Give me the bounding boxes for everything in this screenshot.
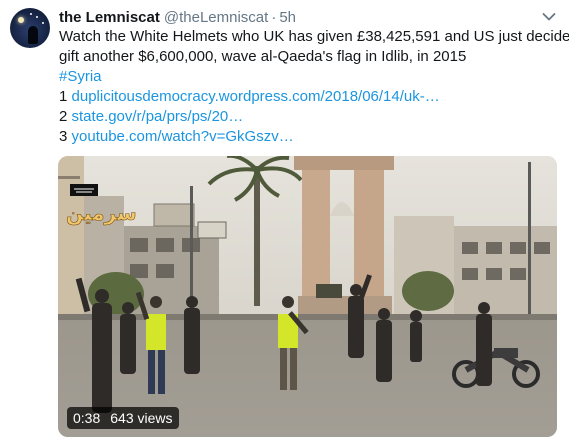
tweet-text-line: Watch the White Helmets who UK has given… bbox=[59, 28, 569, 45]
tweet-text: Watch the White Helmets who UK has given… bbox=[59, 27, 569, 147]
url-link[interactable]: duplicitousdemocracy.wordpress.com/2018/… bbox=[72, 88, 440, 105]
link-number: 1 bbox=[59, 88, 68, 105]
avatar[interactable] bbox=[10, 8, 50, 48]
video-player[interactable]: سرمين 0:38 643 views bbox=[58, 156, 557, 437]
timestamp[interactable]: 5h bbox=[279, 9, 296, 26]
url-link[interactable]: state.gov/r/pa/prs/ps/20… bbox=[72, 108, 244, 125]
video-duration: 0:38 bbox=[73, 410, 101, 426]
video-frame: سرمين bbox=[58, 156, 557, 437]
star-shape bbox=[42, 22, 44, 24]
star-shape bbox=[30, 13, 32, 15]
palm-trunk bbox=[254, 166, 260, 306]
chevron-down-icon[interactable] bbox=[542, 12, 556, 22]
moon-shape bbox=[18, 17, 24, 23]
separator-dot: · bbox=[271, 9, 277, 26]
url-link[interactable]: youtube.com/watch?v=GkGszv… bbox=[72, 128, 294, 145]
link-number: 2 bbox=[59, 108, 68, 125]
star-shape bbox=[36, 16, 38, 18]
author-handle[interactable]: @theLemniscat bbox=[164, 9, 268, 26]
link-item: 2 state.gov/r/pa/prs/ps/20… bbox=[59, 107, 564, 127]
silhouette-shape bbox=[28, 26, 38, 44]
author-name[interactable]: the Lemniscat bbox=[59, 9, 160, 26]
tree bbox=[402, 271, 454, 311]
tweet-text-line: gift another $6,600,000, wave al-Qaeda's… bbox=[59, 48, 467, 65]
flag-watermark bbox=[70, 184, 98, 196]
link-item: 3 youtube.com/watch?v=GkGszv… bbox=[59, 127, 564, 147]
link-number: 3 bbox=[59, 128, 68, 145]
link-item: 1 duplicitousdemocracy.wordpress.com/201… bbox=[59, 87, 564, 107]
video-stats-badge: 0:38 643 views bbox=[67, 407, 179, 429]
tweet-header: the Lemniscat @theLemniscat · 5h bbox=[59, 9, 296, 27]
video-views: 643 views bbox=[110, 410, 173, 426]
hashtag-link[interactable]: #Syria bbox=[59, 68, 102, 85]
video-watermark-text: سرمين bbox=[66, 201, 137, 225]
vehicle bbox=[316, 284, 342, 298]
vest bbox=[146, 314, 166, 350]
